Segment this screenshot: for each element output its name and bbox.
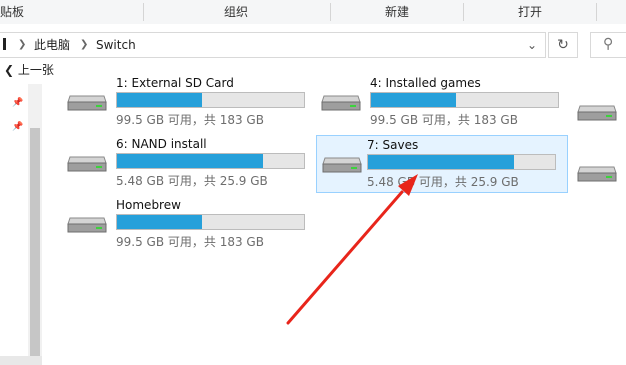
sidebar-footer: [0, 356, 42, 365]
drive-usage-bar: [370, 92, 559, 108]
drive-free-space: 99.5 GB 可用，共 183 GB: [370, 113, 518, 127]
chevron-right-icon[interactable]: ❯: [80, 33, 88, 57]
back-link[interactable]: ❮ 上一张: [4, 61, 54, 79]
ribbon-group-open[interactable]: 打开: [508, 0, 552, 24]
ribbon-group-clipboard[interactable]: 贴板: [0, 0, 34, 24]
sidebar-scroll-thumb[interactable]: [30, 128, 40, 356]
hard-drive-icon: [321, 95, 361, 111]
drive-usage-bar: [367, 154, 556, 170]
ribbon-separator: [463, 3, 464, 21]
drive-tile[interactable]: Homebrew 99.5 GB 可用，共 183 GB: [66, 196, 316, 252]
search-icon: ⚲: [603, 36, 614, 52]
drive-icon-partial: [577, 166, 617, 182]
ribbon-separator: [330, 3, 331, 21]
refresh-icon: ↻: [557, 37, 569, 53]
drive-usage-fill: [117, 93, 202, 107]
drive-usage-bar: [116, 153, 305, 169]
ribbon-separator: [143, 3, 144, 21]
drive-free-space: 99.5 GB 可用，共 183 GB: [116, 113, 264, 127]
hard-drive-icon: [322, 157, 362, 173]
breadcrumb-this-pc[interactable]: 此电脑: [34, 33, 70, 57]
drive-label: 1: External SD Card: [116, 76, 234, 90]
hard-drive-icon: [67, 217, 107, 233]
address-location-icon: [3, 38, 6, 50]
drive-usage-bar: [116, 214, 305, 230]
drive-usage-fill: [117, 215, 202, 229]
drive-free-space: 5.48 GB 可用，共 25.9 GB: [367, 175, 519, 189]
drive-usage-fill: [368, 155, 514, 169]
pin-icon[interactable]: 📌: [12, 98, 23, 108]
pin-icon[interactable]: 📌: [12, 122, 23, 132]
drive-tile[interactable]: 6: NAND install 5.48 GB 可用，共 25.9 GB: [66, 135, 316, 191]
drive-usage-fill: [371, 93, 456, 107]
ribbon-separator: [596, 3, 597, 21]
hard-drive-icon: [67, 156, 107, 172]
drive-icon-partial: [577, 105, 617, 121]
drive-tile[interactable]: 4: Installed games 99.5 GB 可用，共 183 GB: [320, 74, 570, 130]
ribbon-group-new[interactable]: 新建: [375, 0, 419, 24]
drive-label: 6: NAND install: [116, 137, 207, 151]
drive-label: Homebrew: [116, 198, 181, 212]
chevron-left-icon: ❮: [4, 63, 15, 77]
back-label: 上一张: [17, 63, 54, 77]
ribbon-group-organize[interactable]: 组织: [214, 0, 258, 24]
chevron-right-icon[interactable]: ❯: [18, 33, 26, 57]
drive-usage-bar: [116, 92, 305, 108]
drive-tile[interactable]: 7: Saves 5.48 GB 可用，共 25.9 GB: [316, 135, 568, 193]
address-bar[interactable]: ❯ 此电脑 ❯ Switch ⌄: [0, 32, 546, 58]
drive-label: 7: Saves: [367, 138, 419, 152]
hard-drive-icon: [67, 95, 107, 111]
search-box[interactable]: ⚲: [590, 32, 626, 58]
breadcrumb-switch[interactable]: Switch: [96, 33, 136, 57]
ribbon-bar: 贴板 组织 新建 打开: [0, 0, 626, 25]
drive-free-space: 5.48 GB 可用，共 25.9 GB: [116, 174, 268, 188]
refresh-button[interactable]: ↻: [548, 32, 578, 58]
drive-label: 4: Installed games: [370, 76, 481, 90]
drive-usage-fill: [117, 154, 263, 168]
address-row: ❯ 此电脑 ❯ Switch ⌄ ↻ ⚲: [0, 24, 626, 66]
drive-tile[interactable]: 1: External SD Card 99.5 GB 可用，共 183 GB: [66, 74, 316, 130]
address-history-dropdown-icon[interactable]: ⌄: [522, 33, 542, 57]
drive-free-space: 99.5 GB 可用，共 183 GB: [116, 235, 264, 249]
